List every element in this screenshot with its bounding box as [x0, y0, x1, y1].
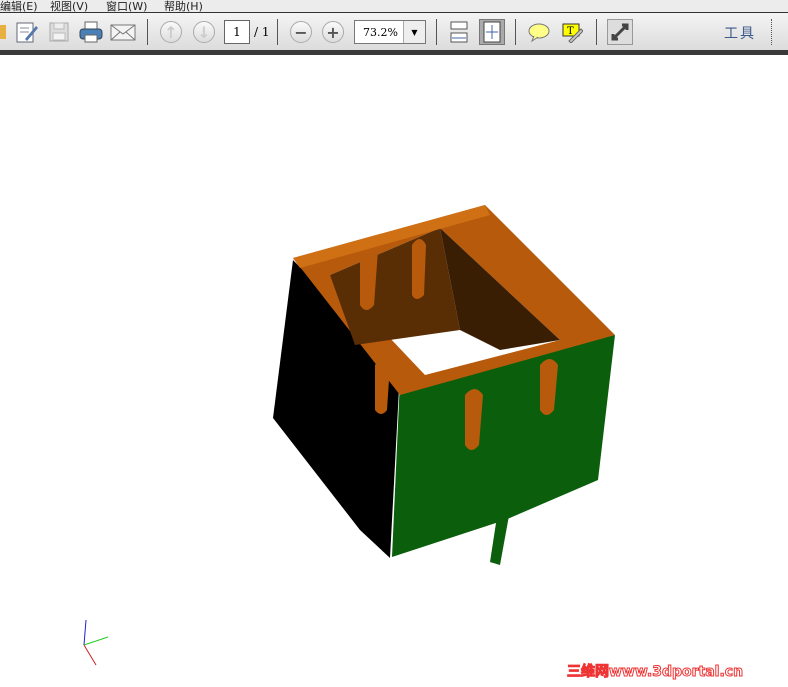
menu-view[interactable]: 视图(V)	[50, 0, 88, 13]
3d-viewer[interactable]	[0, 55, 788, 683]
fit-page-icon[interactable]	[479, 19, 505, 45]
menu-bar: 编辑(E) 视图(V) 窗口(W) 帮助(H)	[0, 0, 788, 13]
axis-triad-icon	[83, 619, 109, 666]
menu-edit[interactable]: 编辑(E)	[0, 0, 38, 13]
print-icon[interactable]	[78, 19, 104, 45]
zoom-in-icon[interactable]: +	[320, 19, 346, 45]
menu-window[interactable]: 窗口(W)	[106, 0, 147, 13]
watermark: 三维网www.3dportal.cn	[566, 664, 744, 681]
comment-icon[interactable]	[526, 19, 552, 45]
text-edit-icon[interactable]: T	[559, 19, 585, 45]
page-number-input[interactable]: 1	[224, 20, 250, 44]
open-icon[interactable]	[0, 19, 14, 45]
zoom-value: 73.2%	[363, 26, 398, 39]
save-icon[interactable]	[46, 19, 72, 45]
email-icon[interactable]	[110, 19, 136, 45]
full-screen-icon[interactable]	[607, 19, 633, 45]
page-total: / 1	[254, 25, 270, 39]
zoom-select[interactable]: 73.2% ▼	[354, 20, 426, 44]
previous-page-icon[interactable]: ↑	[158, 19, 184, 45]
menu-help[interactable]: 帮助(H)	[164, 0, 203, 13]
toolbar: ↑ ↓ 1 / 1 − + 73.2% ▼ T 工具	[0, 13, 788, 50]
tools-button[interactable]: 工具	[724, 23, 756, 43]
chevron-down-icon[interactable]: ▼	[403, 21, 425, 43]
svg-text:T: T	[567, 26, 574, 37]
next-page-icon[interactable]: ↓	[191, 19, 217, 45]
zoom-out-icon[interactable]: −	[288, 19, 314, 45]
3d-model[interactable]	[0, 55, 788, 683]
fit-width-icon[interactable]	[446, 19, 472, 45]
edit-icon[interactable]	[14, 19, 40, 45]
